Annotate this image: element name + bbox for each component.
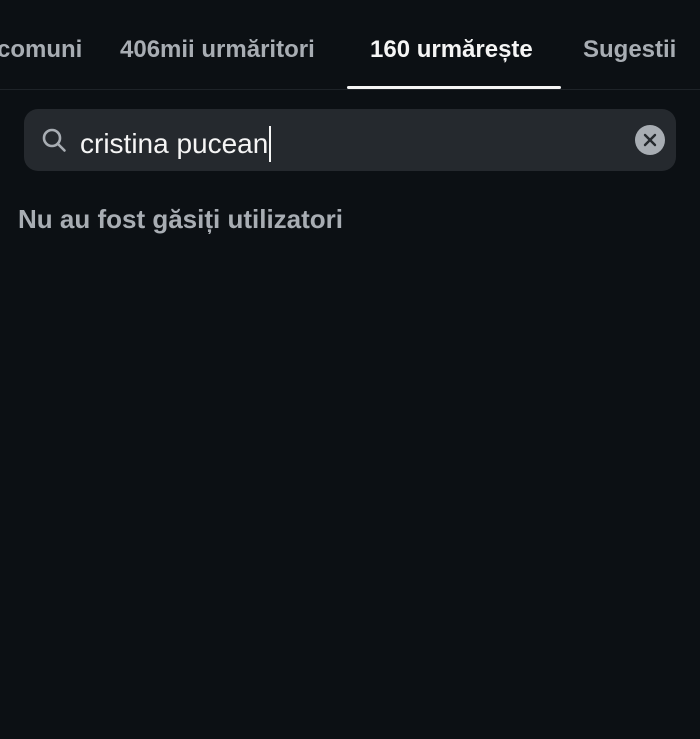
- tab-followers[interactable]: 406mii urmăritori: [120, 36, 315, 64]
- tab-mutual[interactable]: comuni: [0, 36, 82, 64]
- no-results-message: Nu au fost găsiți utilizatori: [18, 204, 344, 234]
- search-icon: [41, 127, 67, 153]
- active-tab-indicator: [347, 86, 561, 89]
- tab-suggestions[interactable]: Sugestii: [583, 36, 676, 64]
- close-icon: [643, 133, 657, 147]
- text-caret: [269, 126, 272, 162]
- search-bar[interactable]: cristina pucean: [24, 109, 676, 171]
- search-input-text: cristina pucean: [80, 128, 269, 159]
- clear-search-button[interactable]: [635, 125, 665, 155]
- tab-following[interactable]: 160 urmărește: [370, 36, 533, 64]
- search-input-display: cristina pucean: [80, 124, 272, 164]
- tab-bar: comuni 406mii urmăritori 160 urmărește S…: [0, 0, 700, 90]
